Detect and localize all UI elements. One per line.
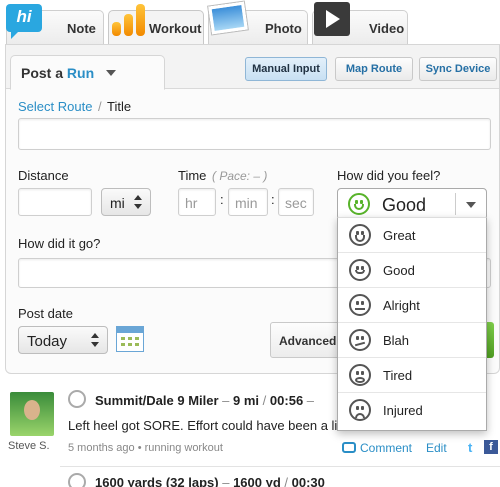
feed-title-text: 1600 yards (32 laps) xyxy=(95,475,219,487)
top-tab-bar: Note Workout Photo Video hi xyxy=(0,0,500,44)
post-activity-type: Run xyxy=(66,65,95,81)
hours-input[interactable]: hr xyxy=(178,188,216,216)
edit-link[interactable]: Edit xyxy=(426,441,447,455)
feel-option-tired[interactable]: Tired xyxy=(338,358,486,393)
feel-option-label: Injured xyxy=(383,403,423,418)
workout-bars-icon xyxy=(112,2,146,36)
swim-activity-icon xyxy=(68,473,86,487)
tired-face-icon xyxy=(349,364,371,386)
injured-face-icon xyxy=(349,399,371,421)
chevron-down-icon xyxy=(466,202,476,208)
smile-face-icon xyxy=(349,259,371,281)
post-activity-selector[interactable]: Post a Run xyxy=(10,55,165,90)
manual-input-button[interactable]: Manual Input xyxy=(245,57,327,81)
advanced-label: Advanced xyxy=(279,334,337,348)
feel-label: How did you feel? xyxy=(337,168,441,183)
post-date-select[interactable]: Today xyxy=(18,326,108,354)
time-colon: : xyxy=(220,192,224,207)
feel-option-label: Great xyxy=(383,228,416,243)
feed-title-text: Summit/Dale 9 Miler xyxy=(95,393,219,408)
feel-option-label: Tired xyxy=(383,368,413,383)
post-date-value: Today xyxy=(27,333,68,350)
route-title-separator: / xyxy=(98,99,102,114)
tab-workout-label: Workout xyxy=(149,21,202,36)
twitter-icon[interactable]: t xyxy=(468,441,480,454)
feed-distance: 9 mi xyxy=(233,393,260,408)
select-arrows-icon xyxy=(134,195,144,209)
video-play-icon xyxy=(314,2,350,36)
avatar[interactable] xyxy=(10,392,54,436)
seconds-input[interactable]: sec xyxy=(278,188,314,216)
map-route-button[interactable]: Map Route xyxy=(335,57,413,81)
feel-option-label: Alright xyxy=(383,298,420,313)
post-date-label: Post date xyxy=(18,306,73,321)
hours-placeholder: hr xyxy=(185,195,198,211)
post-subtab-bar: Post a Run Manual Input Map Route Sync D… xyxy=(6,45,499,90)
feed-separator: / xyxy=(284,475,289,487)
feel-option-alright[interactable]: Alright xyxy=(338,288,486,323)
title-label: Title xyxy=(107,99,132,114)
distance-label: Distance xyxy=(18,168,69,183)
photo-icon xyxy=(208,1,248,35)
neutral-face-icon xyxy=(349,294,371,316)
post-activity-label: Post a Run xyxy=(21,65,94,81)
advanced-button[interactable]: Advanced xyxy=(270,322,342,358)
feel-option-blah[interactable]: Blah xyxy=(338,323,486,358)
tab-photo-label: Photo xyxy=(265,21,302,36)
feel-option-label: Blah xyxy=(383,333,410,348)
feel-select[interactable]: Good xyxy=(337,188,487,220)
pace-label: ( Pace: – ) xyxy=(212,169,268,183)
post-prefix: Post a xyxy=(21,65,64,81)
tab-note-label: Note xyxy=(67,21,96,36)
minutes-placeholder: min xyxy=(235,195,258,211)
feel-option-great[interactable]: Great xyxy=(338,218,486,253)
select-divider xyxy=(455,193,456,215)
feel-option-label: Good xyxy=(383,263,415,278)
distance-unit-select[interactable]: mi xyxy=(101,188,151,216)
feed-username[interactable]: Steve S. xyxy=(8,440,50,452)
feed-time: 00:56 xyxy=(269,393,304,408)
how-label: How did it go? xyxy=(18,236,101,251)
seconds-placeholder: sec xyxy=(285,195,307,211)
grin-face-icon xyxy=(349,224,371,246)
feed-separator: – xyxy=(306,393,315,408)
feed-separator: – xyxy=(222,393,230,408)
feed-item: 1600 yards (32 laps) – 1600 yd / 00:30 xyxy=(0,472,500,487)
select-route-link[interactable]: Select Route xyxy=(18,99,92,114)
feel-option-injured[interactable]: Injured xyxy=(338,393,486,428)
title-input[interactable] xyxy=(18,118,491,150)
comment-icon[interactable] xyxy=(342,442,356,453)
calendar-icon[interactable] xyxy=(116,326,144,352)
feed-body: Left heel got SORE. Effort could have be… xyxy=(68,418,338,433)
meh-face-icon xyxy=(349,329,371,351)
feed-time: 00:30 xyxy=(291,475,325,487)
smile-face-icon xyxy=(348,193,370,215)
feel-select-value: Good xyxy=(382,195,427,215)
feed-title[interactable]: Summit/Dale 9 Miler – 9 mi / 00:56 – xyxy=(95,393,314,408)
feed-distance: 1600 yd xyxy=(233,475,281,487)
time-colon: : xyxy=(271,192,275,207)
minutes-input[interactable]: min xyxy=(228,188,268,216)
note-hi-icon: hi xyxy=(6,4,42,39)
run-activity-icon xyxy=(68,390,86,408)
select-arrows-icon xyxy=(91,333,101,347)
feed-divider xyxy=(60,466,500,467)
comment-link[interactable]: Comment xyxy=(360,441,412,455)
facebook-icon[interactable]: f xyxy=(484,440,498,454)
tab-video-label: Video xyxy=(369,21,405,36)
distance-unit-value: mi xyxy=(110,195,125,211)
feed-separator: – xyxy=(222,475,230,487)
feed-title[interactable]: 1600 yards (32 laps) – 1600 yd / 00:30 xyxy=(95,475,325,487)
feed-meta: 5 months ago • running workout xyxy=(68,442,223,454)
feel-option-good[interactable]: Good xyxy=(338,253,486,288)
sync-device-button[interactable]: Sync Device xyxy=(419,57,497,81)
feed-separator: / xyxy=(262,393,267,408)
distance-input[interactable] xyxy=(18,188,92,216)
time-label: Time xyxy=(178,168,207,183)
feel-dropdown: Great Good Alright Blah Tired Injured xyxy=(337,217,487,431)
chevron-down-icon xyxy=(106,70,116,76)
